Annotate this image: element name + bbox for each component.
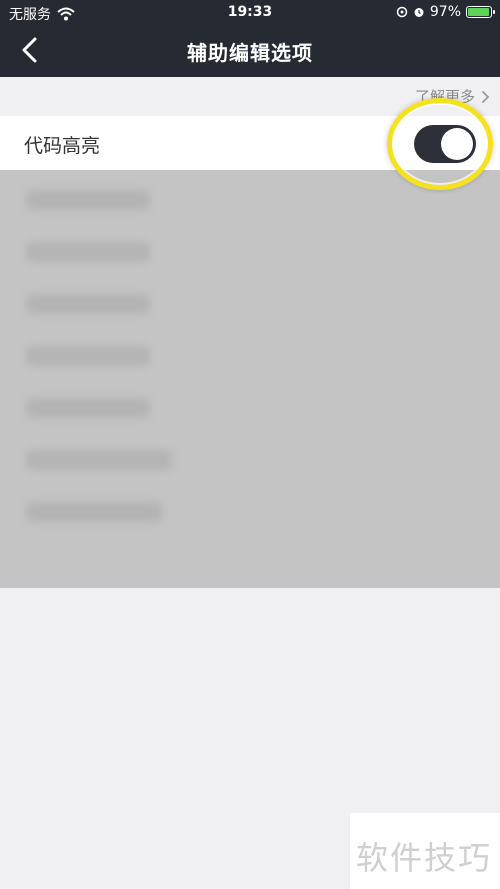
setting-label: 代码高亮: [24, 135, 101, 157]
chevron-right-icon: [482, 90, 490, 103]
battery-charging-icon: [466, 6, 495, 18]
blurred-row: [26, 190, 150, 210]
page-title: 辅助编辑选项: [187, 41, 313, 65]
blurred-row: [26, 242, 150, 262]
alarm-icon: [414, 8, 424, 17]
blurred-row: [26, 294, 150, 314]
blurred-row: [26, 450, 172, 470]
watermark-text: 软件技巧: [356, 839, 493, 877]
blurred-row: [26, 502, 162, 522]
nav-bar: 辅助编辑选项: [0, 24, 500, 77]
blurred-row: [26, 398, 150, 418]
blurred-settings-panel: [0, 170, 500, 588]
status-bar: 无服务 19:33 97%: [0, 0, 500, 24]
highlight-ring: [387, 98, 493, 190]
status-right-group: 97%: [396, 4, 495, 20]
blurred-row: [26, 346, 150, 366]
battery-fill: [468, 8, 490, 16]
battery-percent: 97%: [429, 4, 461, 20]
location-icon: [396, 6, 408, 18]
header: 无服务 19:33 97% 辅助编辑选项: [0, 0, 500, 77]
